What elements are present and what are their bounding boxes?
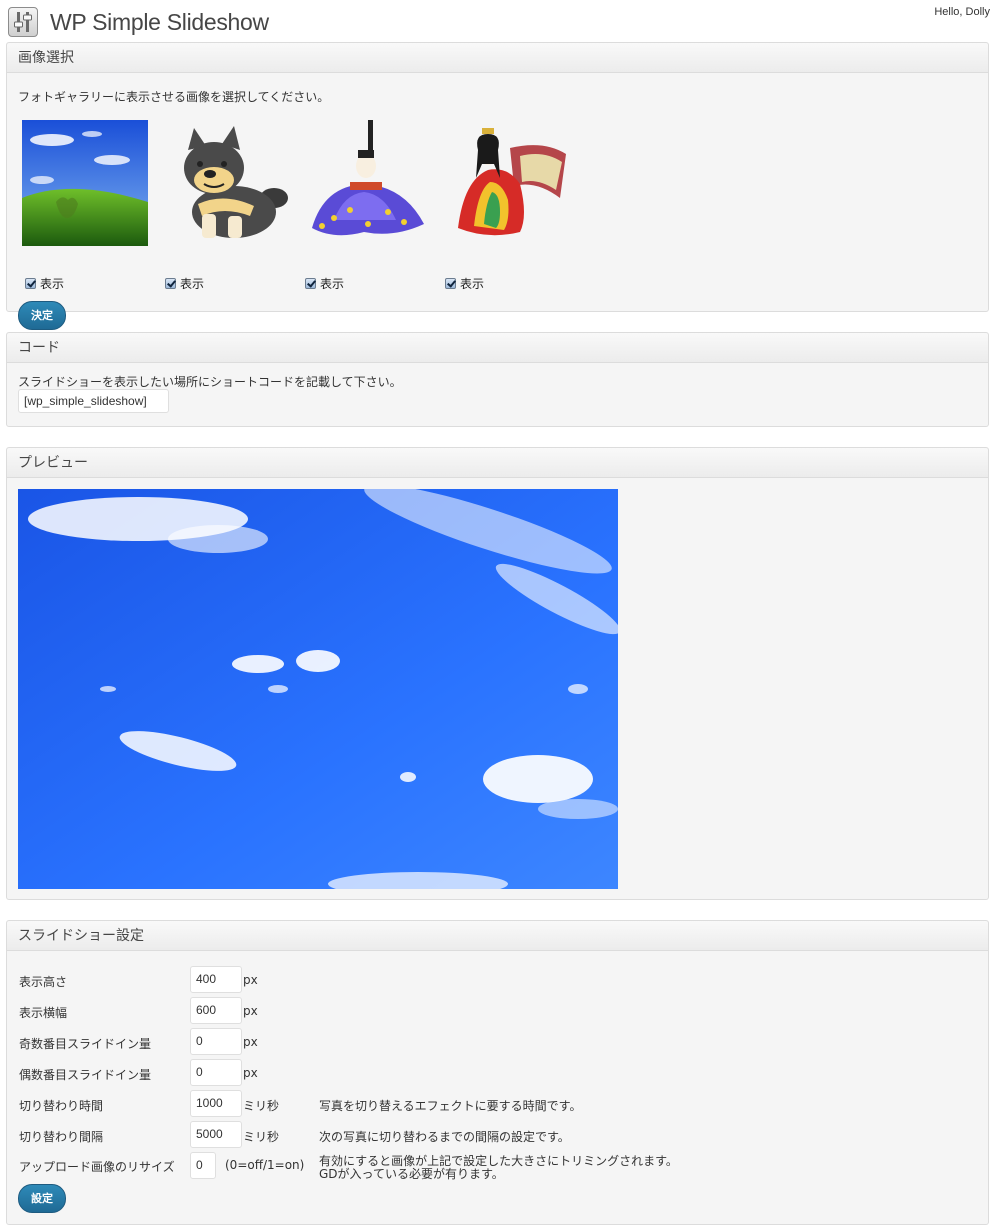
transition-time-label: 切り替わり時間 — [19, 1099, 104, 1113]
odd-slide-in-input[interactable]: 0 — [190, 1028, 242, 1055]
resize-note-2: GDが入っている必要が有ります。 — [319, 1167, 504, 1181]
width-unit: px — [243, 1004, 258, 1018]
image-select-panel: 画像選択 フォトギャラリーに表示させる画像を選択してください。 表示 表示 表示… — [6, 42, 989, 330]
panel-description: スライドショーを表示したい場所にショートコードを記載して下さい。 — [18, 375, 402, 389]
user-greeting[interactable]: Hello, Dolly — [934, 6, 990, 18]
show-checkbox-1[interactable]: 表示 — [25, 275, 64, 291]
thumbnail-wallpaper[interactable] — [22, 120, 148, 246]
code-panel: コード スライドショーを表示したい場所にショートコードを記載して下さい。 [wp… — [6, 332, 989, 427]
checkbox-label: 表示 — [180, 276, 205, 291]
interval-input[interactable]: 5000 — [190, 1121, 242, 1148]
odd-slide-in-label: 奇数番目スライドイン量 — [19, 1037, 152, 1051]
resize-input[interactable]: 0 — [190, 1152, 216, 1179]
checkbox-checked-icon[interactable] — [305, 277, 316, 289]
width-input[interactable]: 600 — [190, 997, 242, 1024]
page-header: WP Simple Slideshow Hello, Dolly — [0, 0, 998, 42]
preview-panel: プレビュー — [6, 447, 989, 900]
thumbnail-hina-emperor[interactable] — [304, 120, 430, 246]
transition-time-input[interactable]: 1000 — [190, 1090, 242, 1117]
height-input[interactable]: 400 — [190, 966, 242, 993]
resize-unit: (0=off/1=on) — [225, 1158, 305, 1172]
interval-unit: ミリ秒 — [243, 1130, 280, 1144]
interval-label: 切り替わり間隔 — [19, 1130, 104, 1144]
thumbnail-hina-empress[interactable] — [444, 120, 570, 246]
thumbnail-shiba-dog[interactable] — [164, 120, 290, 246]
show-checkbox-2[interactable]: 表示 — [165, 275, 204, 291]
slideshow-preview-image — [18, 484, 621, 896]
slideshow-settings-panel: スライドショー設定 表示高さ 400 px 表示横幅 600 px 奇数番目スラ… — [6, 920, 989, 1225]
show-checkbox-4[interactable]: 表示 — [445, 275, 484, 291]
slideshow-plugin-icon — [8, 7, 38, 37]
panel-title: 画像選択 — [7, 43, 988, 73]
interval-note: 次の写真に切り替わるまでの間隔の設定です。 — [319, 1130, 570, 1144]
even-slide-in-unit: px — [243, 1066, 258, 1080]
checkbox-checked-icon[interactable] — [25, 277, 36, 289]
panel-title: プレビュー — [7, 448, 988, 478]
decide-button[interactable]: 決定 — [18, 301, 66, 330]
show-checkbox-3[interactable]: 表示 — [305, 275, 344, 291]
resize-label: アップロード画像のリサイズ — [19, 1160, 175, 1174]
panel-title: コード — [7, 333, 988, 363]
checkbox-label: 表示 — [40, 276, 65, 291]
height-unit: px — [243, 973, 258, 987]
checkbox-checked-icon[interactable] — [165, 277, 176, 289]
transition-time-note: 写真を切り替えるエフェクトに要する時間です。 — [319, 1099, 582, 1113]
settings-save-button[interactable]: 設定 — [18, 1184, 66, 1213]
checkbox-label: 表示 — [320, 276, 345, 291]
odd-slide-in-unit: px — [243, 1035, 258, 1049]
panel-description: フォトギャラリーに表示させる画像を選択してください。 — [18, 90, 330, 104]
panel-title: スライドショー設定 — [7, 921, 988, 951]
checkbox-label: 表示 — [460, 276, 485, 291]
even-slide-in-input[interactable]: 0 — [190, 1059, 242, 1086]
checkbox-checked-icon[interactable] — [445, 277, 456, 289]
even-slide-in-label: 偶数番目スライドイン量 — [19, 1068, 152, 1082]
width-label: 表示横幅 — [19, 1006, 68, 1020]
shortcode-field[interactable]: [wp_simple_slideshow] — [18, 389, 169, 413]
page-title: WP Simple Slideshow — [50, 9, 269, 35]
height-label: 表示高さ — [19, 975, 68, 989]
transition-time-unit: ミリ秒 — [243, 1099, 280, 1113]
